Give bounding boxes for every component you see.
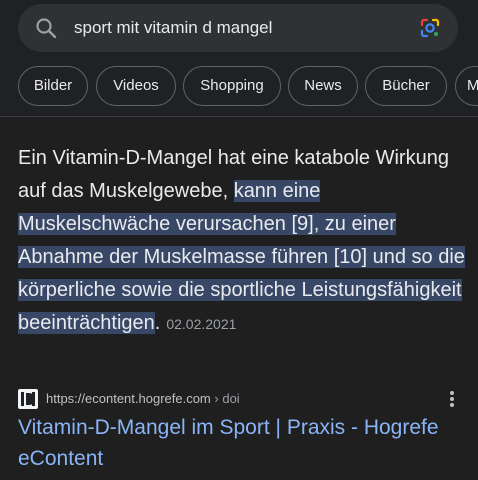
chip-more[interactable]: M — [455, 66, 478, 106]
more-options-icon[interactable] — [446, 387, 458, 411]
featured-snippet: Ein Vitamin-D-Mangel hat eine katabole W… — [18, 142, 466, 341]
chip-videos[interactable]: Videos — [96, 66, 176, 106]
chip-shopping[interactable]: Shopping — [183, 66, 281, 106]
hogrefe-favicon-icon — [18, 389, 38, 409]
snippet-tail: . — [154, 312, 161, 334]
google-lens-icon[interactable] — [418, 16, 442, 40]
snippet-date: 02.02.2021 — [166, 316, 237, 332]
divider — [0, 116, 478, 117]
search-input[interactable]: sport mit vitamin d mangel — [74, 18, 272, 38]
chip-news[interactable]: News — [288, 66, 358, 106]
result-source[interactable]: https://econtent.hogrefe.com › doi — [18, 387, 466, 411]
top-bar: sport mit vitamin d mangel Bilder Videos… — [0, 0, 478, 116]
result-title-link[interactable]: Vitamin-D-Mangel im Sport | Praxis - Hog… — [18, 412, 458, 474]
result-url[interactable]: https://econtent.hogrefe.com › doi — [46, 391, 240, 406]
result-breadcrumb: › doi — [210, 391, 240, 406]
search-icon[interactable] — [34, 16, 58, 40]
chip-buecher[interactable]: Bücher — [365, 66, 447, 106]
snippet-highlight: kann eine Muskelschwäche verursachen [9]… — [18, 180, 465, 334]
search-bar[interactable]: sport mit vitamin d mangel — [18, 4, 458, 52]
chip-bilder[interactable]: Bilder — [18, 66, 88, 106]
filter-chips: Bilder Videos Shopping News Bücher M — [0, 66, 478, 108]
